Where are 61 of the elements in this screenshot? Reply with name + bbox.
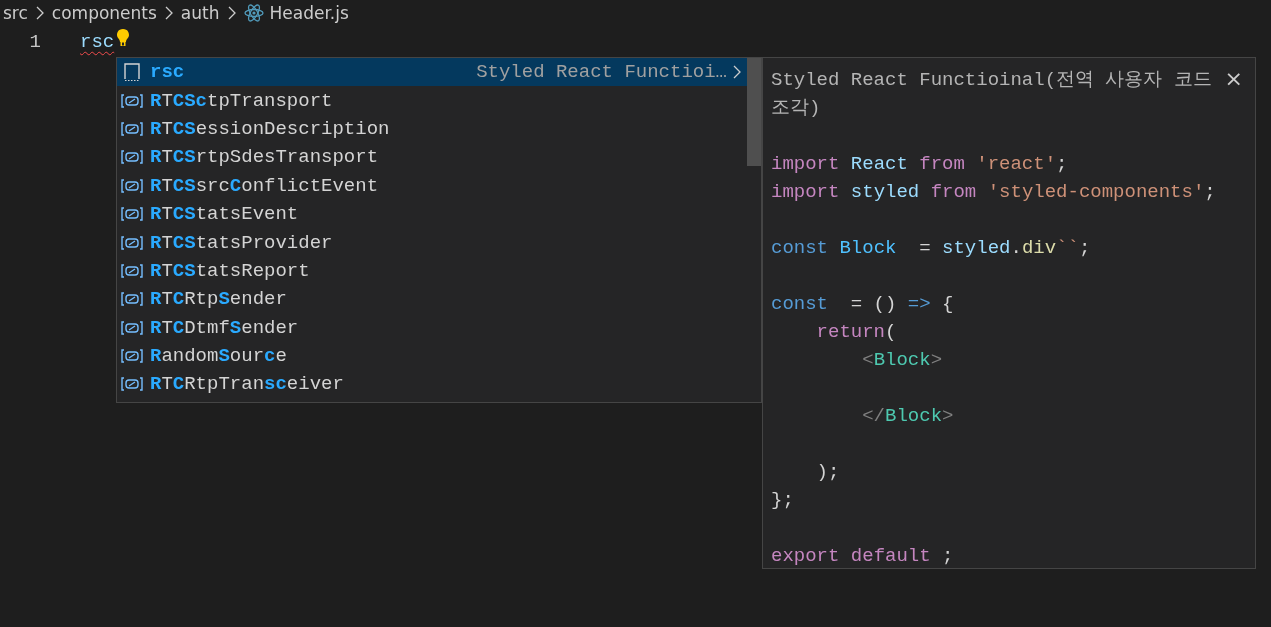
line-number: 1 — [28, 31, 41, 53]
variable-icon — [120, 291, 144, 308]
suggestion-label: RTCSsrcConflictEvent — [150, 174, 379, 197]
suggestion-item[interactable]: RTCStatsEvent — [117, 199, 747, 229]
suggestion-item[interactable]: RTCSrtpSdesTransport — [117, 143, 747, 172]
suggestion-detail: Styled React Functioi… — [476, 61, 727, 84]
suggestion-label: RTCDtmfSender — [150, 316, 299, 339]
suggestion-label: RTCSrtpSdesTransport — [150, 146, 379, 169]
suggestion-item[interactable]: RTCSctpTransport — [117, 86, 747, 115]
chevron-right-icon[interactable] — [733, 65, 741, 80]
suggestion-label: RTCSessionDescription — [150, 117, 390, 140]
code-line: export default ; — [771, 544, 955, 569]
variable-icon — [120, 319, 144, 336]
breadcrumb-item[interactable]: auth — [180, 2, 220, 23]
code-line: import React from 'react'; — [771, 152, 1069, 177]
suggestion-item[interactable]: RandomSource — [117, 341, 747, 371]
typed-code: rsc — [80, 31, 115, 53]
variable-icon — [120, 234, 144, 251]
code-line: return( — [815, 320, 898, 345]
variable-icon — [120, 348, 144, 365]
atom-icon — [243, 3, 264, 22]
close-button[interactable]: × — [1220, 66, 1247, 92]
breadcrumb-item[interactable]: Header.js — [269, 2, 349, 23]
suggestion-item[interactable]: RTCSessionDescription — [117, 114, 747, 144]
variable-icon — [120, 177, 144, 194]
code-line: const Block = styled.div``; — [771, 236, 1092, 261]
code-line: </Block> — [861, 404, 955, 429]
suggestion-item[interactable]: RTCSsrcConflictEvent — [117, 171, 747, 200]
variable-icon — [120, 149, 144, 166]
suggestion-label: RTCStatsProvider — [150, 231, 333, 254]
details-title: Styled React Functioinal(전역 사용자 코드 조각) — [771, 68, 1213, 121]
suggestion-label: RandomSource — [150, 345, 287, 368]
variable-icon — [120, 92, 144, 109]
variable-icon — [120, 120, 144, 137]
suggestion-label: RTCStatsEvent — [150, 203, 299, 226]
code-line: }; — [771, 488, 795, 513]
suggestion-item[interactable]: RTCStatsProvider — [117, 228, 747, 257]
code-line: import styled from 'styled-components'; — [771, 180, 1217, 205]
suggestion-item[interactable]: RTCStatsReport — [117, 256, 747, 286]
suggestion-item[interactable]: RTCRtpSender — [117, 285, 747, 314]
suggestion-label: RTCStatsReport — [150, 259, 310, 282]
suggestion-label: RTCRtpSender — [150, 288, 287, 311]
suggestion-item[interactable]: rsc Styled React Functioi… — [117, 58, 747, 87]
suggestion-item[interactable]: RTCDtmfSender — [117, 313, 747, 342]
variable-icon — [120, 376, 144, 393]
variable-icon — [120, 262, 144, 279]
lightbulb-icon[interactable] — [116, 28, 131, 48]
scrollbar-thumb[interactable] — [747, 58, 761, 166]
code-line: const = () => { — [771, 292, 955, 317]
chevron-right-icon — [35, 5, 44, 20]
chevron-right-icon — [164, 5, 173, 20]
variable-icon — [120, 206, 144, 223]
code-line: <Block> — [861, 348, 944, 373]
breadcrumb-item[interactable]: src — [3, 2, 28, 23]
suggestion-label: RTCSctpTransport — [150, 89, 333, 112]
suggestion-item[interactable]: RTCRtpTransceiver — [117, 370, 747, 399]
suggestion-label: rsc — [150, 61, 185, 84]
chevron-right-icon — [227, 5, 236, 20]
code-line: ); — [815, 460, 841, 485]
suggestion-label: RTCRtpTransceiver — [150, 373, 344, 396]
breadcrumb-item[interactable]: components — [51, 2, 157, 23]
